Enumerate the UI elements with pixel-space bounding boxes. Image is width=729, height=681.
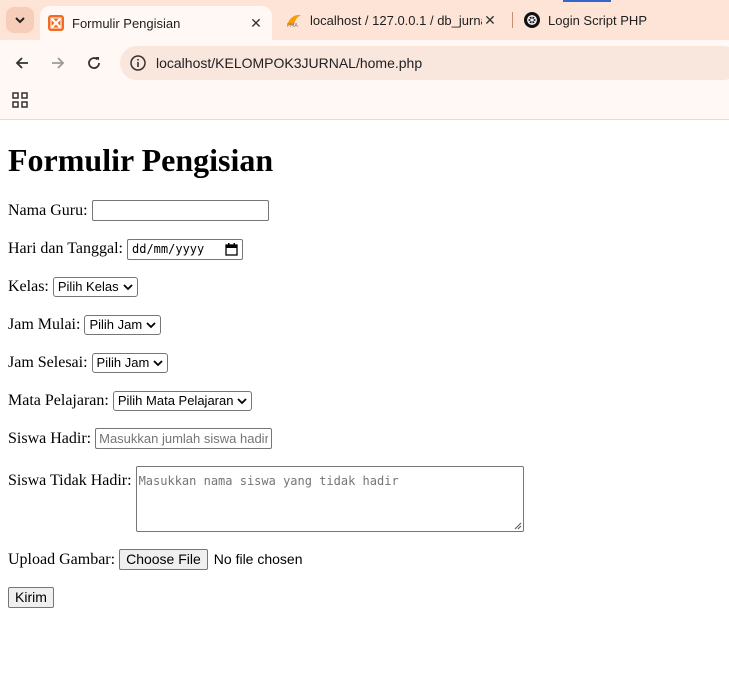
- page-title: Formulir Pengisian: [8, 142, 274, 178]
- tab-title: Login Script PHP: [548, 12, 647, 28]
- jam-selesai-select[interactable]: Pilih Jam: [91, 353, 169, 373]
- tab-title: Formulir Pengisian: [72, 15, 181, 31]
- chevron-down-icon: [146, 322, 156, 329]
- kelas-select[interactable]: Pilih Kelas: [52, 277, 138, 297]
- apps-grid-icon: [12, 92, 28, 108]
- openai-icon: [524, 12, 540, 28]
- jam-mulai-selected: Pilih Jam: [89, 317, 143, 332]
- submit-row: Kirim: [8, 587, 723, 609]
- reload-icon: [88, 57, 100, 69]
- mapel-row: Mata Pelajaran: Pilih Mata Pelajaran: [8, 390, 723, 412]
- no-file-text: No file chosen: [213, 551, 303, 567]
- mapel-select[interactable]: Pilih Mata Pelajaran: [112, 391, 253, 411]
- xampp-icon: [48, 15, 64, 31]
- jam-mulai-select[interactable]: Pilih Jam: [84, 315, 162, 335]
- apps-button[interactable]: [12, 92, 28, 113]
- tanggal-label: Hari dan Tanggal:: [8, 240, 123, 257]
- reload-button[interactable]: [79, 48, 109, 78]
- siswa-tidak-hadir-label: Siswa Tidak Hadir:: [8, 472, 132, 489]
- tab-title: localhost / 127.0.0.1 / db_jurnal: [310, 12, 482, 28]
- siswa-hadir-input[interactable]: [95, 428, 273, 449]
- nama-guru-label: Nama Guru:: [8, 202, 88, 219]
- jam-selesai-selected: Pilih Jam: [96, 355, 150, 370]
- url-text: localhost/KELOMPOK3JURNAL/home.php: [156, 55, 423, 71]
- back-arrow-icon: [15, 57, 28, 69]
- textarea-placeholder: Masukkan nama siswa yang tidak hadir: [138, 474, 399, 488]
- bookmarks-bar: [0, 86, 729, 120]
- address-bar[interactable]: localhost/KELOMPOK3JURNAL/home.php: [120, 46, 729, 80]
- upload-label: Upload Gambar:: [8, 551, 116, 568]
- nama-guru-input[interactable]: [91, 200, 269, 221]
- choose-file-button[interactable]: Choose File: [119, 549, 208, 570]
- siswa-hadir-row: Siswa Hadir:: [8, 428, 723, 450]
- tanggal-value: dd/mm/yyyy: [132, 242, 205, 256]
- tab-phpmyadmin[interactable]: PMA localhost / 127.0.0.1 / db_jurnal ✕: [278, 0, 506, 40]
- nama-guru-row: Nama Guru:: [8, 200, 723, 222]
- browser-toolbar: localhost/KELOMPOK3JURNAL/home.php: [0, 40, 729, 86]
- forward-button[interactable]: [43, 48, 73, 78]
- page-content: Formulir Pengisian Nama Guru: Hari dan T…: [8, 121, 723, 625]
- tanggal-input[interactable]: dd/mm/yyyy: [127, 239, 243, 260]
- forward-arrow-icon: [52, 57, 65, 69]
- jam-selesai-label: Jam Selesai:: [8, 354, 88, 371]
- jam-selesai-row: Jam Selesai: Pilih Jam: [8, 352, 723, 374]
- chevron-down-icon: [237, 398, 248, 405]
- tab-separator: [512, 12, 513, 28]
- phpmyadmin-icon: PMA: [287, 14, 301, 28]
- kirim-button[interactable]: Kirim: [8, 587, 54, 608]
- mapel-label: Mata Pelajaran:: [8, 392, 109, 409]
- calendar-icon[interactable]: [225, 243, 238, 256]
- siswa-hadir-label: Siswa Hadir:: [8, 430, 92, 447]
- back-button[interactable]: [7, 48, 37, 78]
- jam-mulai-label: Jam Mulai:: [8, 316, 81, 333]
- chevron-down-icon: [153, 360, 163, 367]
- tab-login-script[interactable]: Login Script PHP: [516, 0, 716, 40]
- tab-search-button[interactable]: [6, 7, 34, 33]
- chevron-down-icon: [122, 284, 133, 291]
- tab-formulir[interactable]: Formulir Pengisian ✕: [40, 6, 272, 40]
- mapel-selected: Pilih Mata Pelajaran: [117, 393, 234, 408]
- kelas-label: Kelas:: [8, 278, 49, 295]
- kelas-selected: Pilih Kelas: [57, 279, 119, 294]
- site-info-icon[interactable]: [130, 55, 146, 71]
- siswa-tidak-hadir-textarea[interactable]: Masukkan nama siswa yang tidak hadir: [135, 466, 524, 532]
- tab-strip: Formulir Pengisian ✕ PMA localhost / 127…: [0, 0, 729, 40]
- kelas-row: Kelas: Pilih Kelas: [8, 276, 723, 298]
- svg-text:PMA: PMA: [287, 23, 298, 28]
- resize-grip-icon[interactable]: [514, 522, 522, 530]
- upload-row: Upload Gambar: Choose File No file chose…: [8, 548, 723, 571]
- jam-mulai-row: Jam Mulai: Pilih Jam: [8, 314, 723, 336]
- tanggal-row: Hari dan Tanggal: dd/mm/yyyy: [8, 238, 723, 260]
- close-icon[interactable]: ✕: [248, 15, 264, 32]
- chevron-down-icon: [15, 17, 25, 24]
- close-icon[interactable]: ✕: [482, 12, 498, 29]
- siswa-tidak-hadir-row: Siswa Tidak Hadir: Masukkan nama siswa y…: [8, 466, 723, 532]
